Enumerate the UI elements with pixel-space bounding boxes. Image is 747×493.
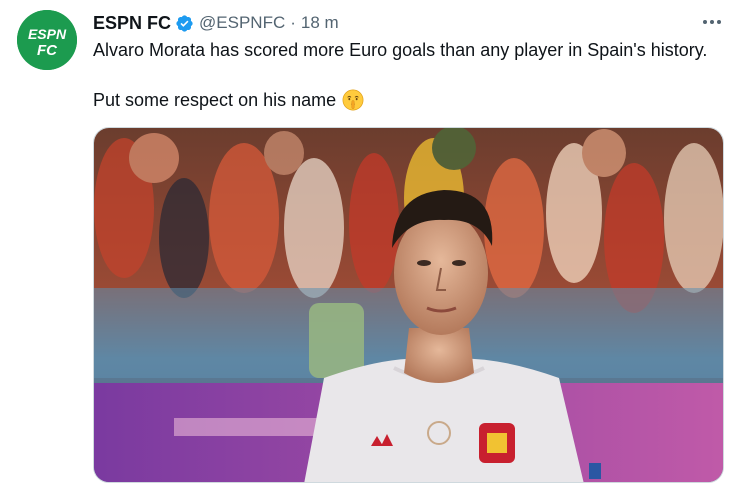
logo-text-bottom: FC [37,42,58,59]
timestamp[interactable]: 18 m [301,13,339,33]
author-name[interactable]: ESPN FC [93,13,171,34]
verified-badge-icon [175,14,194,33]
photo-morata [94,128,723,482]
author-handle[interactable]: @ESPNFC [199,13,285,33]
tweet-text-line1: Alvaro Morata has scored more Euro goals… [93,40,708,60]
avatar[interactable]: ESPN FC [17,10,77,70]
espn-fc-logo: ESPN FC [17,10,77,70]
tweet-header: ESPN FC @ESPNFC · 18 m [93,11,339,35]
tweet-photo[interactable] [93,127,724,483]
more-dots-icon[interactable] [700,14,724,30]
logo-text-top: ESPN [28,26,67,42]
shushing-face-icon [342,89,364,111]
tweet-text-line2: Put some respect on his name [93,90,337,110]
separator-dot: · [290,13,296,32]
tweet-text-line2-container: Put some respect on his name [93,88,364,112]
